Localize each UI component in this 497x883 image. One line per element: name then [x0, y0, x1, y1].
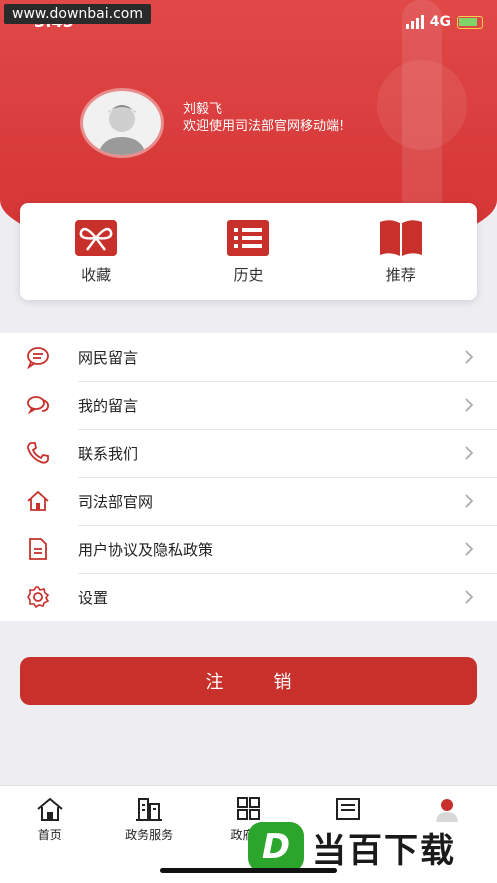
menu-label: 设置 — [78, 588, 109, 607]
chevron-right-icon — [465, 398, 474, 412]
list-icon — [227, 220, 270, 256]
menu-label: 司法部官网 — [78, 492, 154, 511]
welcome-text: 欢迎使用司法部官网移动端! — [183, 119, 345, 134]
chevron-right-icon — [465, 590, 474, 604]
quick-favorites[interactable]: 收藏 — [46, 218, 146, 285]
tab-label: 首页 — [37, 828, 62, 842]
quick-actions-card: 收藏 历史 推荐 — [20, 203, 477, 300]
menu-item-user-agreement[interactable]: 用户协议及隐私政策 — [0, 525, 497, 573]
logout-button[interactable]: 注销 — [20, 657, 477, 705]
quick-favorites-label: 收藏 — [81, 266, 112, 284]
home-icon — [37, 797, 63, 821]
grid-icon — [237, 797, 261, 820]
watermark: www.downbai.com — [4, 4, 151, 24]
quick-recommend-label: 推荐 — [385, 266, 416, 284]
gear-icon — [27, 586, 50, 609]
chevron-right-icon — [465, 446, 474, 460]
document-icon — [29, 538, 47, 560]
home-icon — [27, 490, 49, 511]
quick-history-label: 历史 — [233, 266, 264, 284]
menu-label: 用户协议及隐私政策 — [78, 540, 214, 559]
network-type: 4G — [429, 14, 451, 30]
phone-icon — [27, 442, 49, 464]
building-icon — [136, 798, 163, 821]
menu-label: 我的留言 — [78, 396, 139, 415]
menu-item-contact-us[interactable]: 联系我们 — [0, 429, 497, 477]
chevron-right-icon — [465, 350, 474, 364]
tab-label: 政务服务 — [125, 828, 174, 842]
chevron-right-icon — [465, 494, 474, 508]
chevron-right-icon — [465, 542, 474, 556]
avatar[interactable] — [80, 88, 164, 158]
settings-menu: 网民留言 我的留言 联系我们 司法部官网 用户协议及隐私政策 设置 — [0, 333, 497, 621]
chat-bubbles-icon — [27, 396, 50, 415]
comment-icon — [27, 347, 49, 369]
menu-item-public-message[interactable]: 网民留言 — [0, 333, 497, 381]
site-logo-badge: D — [248, 822, 304, 872]
news-icon — [335, 798, 360, 820]
menu-label: 联系我们 — [78, 444, 139, 463]
menu-item-official-site[interactable]: 司法部官网 — [0, 477, 497, 525]
menu-item-my-messages[interactable]: 我的留言 — [0, 381, 497, 429]
tab-home[interactable]: 首页 — [0, 786, 99, 883]
book-icon — [379, 220, 422, 256]
quick-recommend[interactable]: 推荐 — [351, 218, 451, 285]
gift-icon — [75, 220, 118, 256]
status-bar-right: 4G — [405, 14, 483, 30]
site-logo: D 当百下载 — [248, 822, 456, 872]
menu-label: 网民留言 — [78, 348, 139, 367]
site-logo-text: 当百下载 — [312, 830, 456, 871]
battery-icon — [457, 15, 483, 29]
signal-icon — [405, 15, 424, 29]
user-icon — [436, 799, 459, 822]
menu-item-settings[interactable]: 设置 — [0, 573, 497, 621]
home-indicator — [160, 868, 337, 873]
quick-history[interactable]: 历史 — [198, 218, 298, 285]
